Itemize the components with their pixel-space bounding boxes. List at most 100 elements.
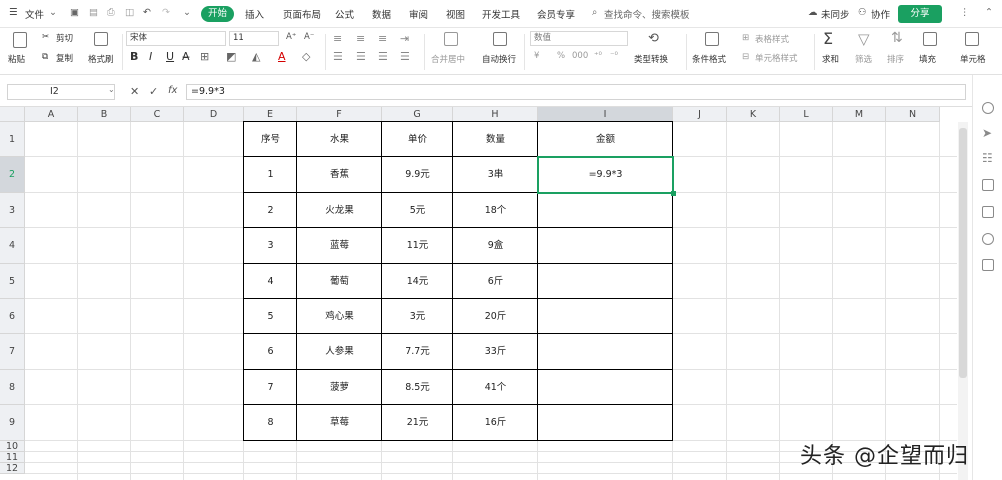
column-header-n[interactable]: N [886, 107, 940, 122]
align-middle-icon[interactable]: ≡ [356, 32, 365, 45]
row-header-10[interactable]: 10 [0, 441, 25, 452]
vertical-scroll-thumb[interactable] [959, 128, 967, 378]
tab-start[interactable]: 开始 [201, 6, 234, 22]
table-header-cell[interactable]: 数量 [453, 122, 538, 157]
table-cell[interactable]: 草莓 [297, 405, 382, 441]
table-cell[interactable]: 14元 [382, 264, 453, 299]
tab-view[interactable]: 视图 [446, 7, 465, 21]
table-cell[interactable]: 7 [244, 370, 297, 405]
align-right-icon[interactable]: ☰ [378, 50, 388, 63]
decrease-font-icon[interactable]: A⁻ [304, 32, 314, 42]
table-cell[interactable]: 3 [244, 228, 297, 264]
table-cell[interactable] [538, 370, 673, 405]
increase-decimal-icon[interactable]: ⁺⁰ [594, 51, 602, 61]
font-color-icon[interactable]: A [278, 50, 286, 63]
row-header-12[interactable]: 12 [0, 463, 25, 474]
column-header-d[interactable]: D [184, 107, 244, 122]
wrap-text-button[interactable]: 自动换行 [482, 53, 516, 65]
cut-button[interactable]: 剪切 [56, 32, 73, 44]
table-icon[interactable] [982, 259, 994, 271]
tab-formulas[interactable]: 公式 [335, 7, 354, 21]
row-header-1[interactable]: 1 [0, 122, 25, 157]
table-cell[interactable]: 20斤 [453, 299, 538, 334]
table-cell[interactable]: 6 [244, 334, 297, 370]
table-cell[interactable]: 人参果 [297, 334, 382, 370]
column-header-l[interactable]: L [780, 107, 833, 122]
row-header-8[interactable]: 8 [0, 370, 25, 405]
table-cell[interactable] [538, 264, 673, 299]
tab-developer[interactable]: 开发工具 [482, 7, 520, 21]
row-header-7[interactable]: 7 [0, 334, 25, 370]
row-header-2[interactable]: 2 [0, 157, 25, 193]
hamburger-icon[interactable]: ☰ [9, 7, 18, 18]
sliders-icon[interactable]: ☷ [982, 152, 994, 164]
justify-icon[interactable]: ☰ [400, 50, 410, 63]
strikethrough-icon[interactable]: A̶ [182, 50, 190, 63]
table-cell[interactable]: 菠萝 [297, 370, 382, 405]
command-search[interactable]: 查找命令、搜索模板 [604, 7, 690, 21]
table-style-icon[interactable]: ⊞ [742, 33, 749, 43]
column-header-h[interactable]: H [453, 107, 538, 122]
confirm-formula-button[interactable]: ✓ [149, 85, 158, 98]
quick-access-more-icon[interactable]: ⌄ [183, 7, 191, 18]
type-convert-button[interactable]: 类型转换 [634, 53, 668, 65]
tab-data[interactable]: 数据 [372, 7, 391, 21]
align-bottom-icon[interactable]: ≡ [378, 32, 387, 45]
format-icon[interactable] [982, 179, 994, 191]
table-cell[interactable]: 1 [244, 157, 297, 193]
table-cell[interactable]: 5 [244, 299, 297, 334]
percent-button[interactable]: % [557, 51, 565, 61]
merge-center-button[interactable]: 合并居中 [431, 53, 465, 65]
table-style-button[interactable]: 表格样式 [755, 33, 789, 45]
redo-icon[interactable]: ↷ [162, 7, 170, 18]
table-cell[interactable] [538, 228, 673, 264]
spreadsheet-grid[interactable]: ABCDEFGHIJKLMN 1 2 3 4 5 6 7 8 9 10 11 12 序号 水果 单价 数量金… [0, 107, 957, 480]
collapse-ribbon-icon[interactable]: ⌃ [985, 7, 993, 18]
location-icon[interactable] [982, 233, 994, 245]
scissors-icon[interactable]: ✂ [42, 32, 49, 42]
collab-button[interactable]: 协作 [871, 7, 890, 21]
conditional-format-icon[interactable] [705, 32, 719, 46]
merge-icon[interactable] [444, 32, 458, 46]
more-icon[interactable]: ⋮ [960, 7, 970, 18]
select-all-corner[interactable] [0, 107, 25, 122]
table-header-cell[interactable]: 序号 [244, 122, 297, 157]
column-header-f[interactable]: F [297, 107, 382, 122]
cell-icon[interactable] [965, 32, 979, 46]
eraser-icon[interactable]: ◇ [302, 50, 310, 63]
table-cell[interactable]: 18个 [453, 193, 538, 228]
file-menu[interactable]: 文件 [25, 7, 44, 21]
sort-button[interactable]: 排序 [887, 53, 904, 65]
save-icon[interactable]: ▣ [70, 7, 79, 18]
thousands-icon[interactable]: 000 [572, 51, 588, 61]
copy-button[interactable]: 复制 [56, 52, 73, 64]
print-preview-icon[interactable]: ◫ [125, 7, 134, 18]
fill-handle[interactable] [671, 191, 676, 196]
column-header-m[interactable]: M [833, 107, 886, 122]
currency-icon[interactable]: ¥ [534, 51, 539, 61]
sort-icon[interactable]: ⇅ [891, 30, 903, 46]
table-cell[interactable]: 香蕉 [297, 157, 382, 193]
table-cell[interactable]: 33斤 [453, 334, 538, 370]
table-cell[interactable] [538, 299, 673, 334]
table-cell[interactable]: 鸡心果 [297, 299, 382, 334]
cell-style-button[interactable]: 单元格样式 [755, 52, 798, 64]
insert-function-button[interactable]: fx [168, 85, 177, 96]
font-size-select[interactable]: 11 [229, 31, 279, 46]
decrease-decimal-icon[interactable]: ⁻⁰ [610, 51, 618, 61]
formula-input[interactable]: =9.9*3 [186, 84, 966, 100]
table-cell[interactable]: 9.9元 [382, 157, 453, 193]
tab-insert[interactable]: 插入 [245, 7, 264, 21]
table-cell[interactable]: 4 [244, 264, 297, 299]
cell-style-icon[interactable]: ⊟ [742, 52, 749, 62]
table-cell[interactable]: 2 [244, 193, 297, 228]
row-header-9[interactable]: 9 [0, 405, 25, 441]
border-icon[interactable]: ⊞ [200, 50, 209, 63]
row-header-4[interactable]: 4 [0, 228, 25, 264]
chevron-down-icon[interactable]: ⌄ [49, 7, 57, 18]
table-cell[interactable]: 葡萄 [297, 264, 382, 299]
fill-button[interactable]: 填充 [919, 53, 936, 65]
align-center-icon[interactable]: ☰ [356, 50, 366, 63]
tab-review[interactable]: 审阅 [409, 7, 428, 21]
table-cell[interactable]: 蓝莓 [297, 228, 382, 264]
